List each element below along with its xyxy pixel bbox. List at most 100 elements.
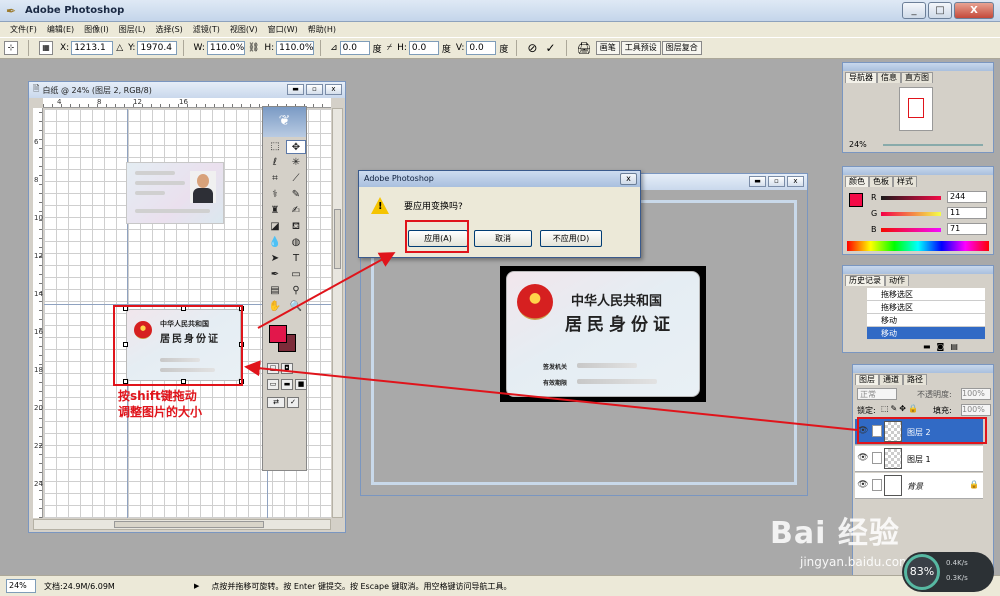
- palette-well-tab-brush[interactable]: 画笔: [595, 41, 620, 55]
- menu-window[interactable]: 窗口(W): [268, 24, 298, 35]
- blue-slider[interactable]: [881, 228, 941, 232]
- menu-view[interactable]: 视图(V): [230, 24, 258, 35]
- minimize-button[interactable]: _: [902, 2, 926, 19]
- status-zoom[interactable]: 24%: [6, 579, 36, 593]
- magic-wand-tool-icon[interactable]: ✳: [286, 156, 306, 170]
- history-item[interactable]: 拖移选区: [867, 301, 985, 314]
- tab-histogram[interactable]: 直方图: [901, 72, 933, 83]
- tab-channels[interactable]: 通道: [879, 374, 903, 385]
- lasso-tool-icon[interactable]: ℓ: [265, 156, 285, 170]
- palette-well-icon[interactable]: 🖨: [577, 41, 592, 55]
- tab-info[interactable]: 信息: [877, 72, 901, 83]
- crop-tool-icon[interactable]: ⌗: [265, 172, 285, 186]
- quick-mask-icon[interactable]: ◘: [281, 363, 293, 374]
- y-field[interactable]: 1970.4: [137, 41, 178, 55]
- opacity-field[interactable]: 100%: [961, 388, 991, 400]
- blur-tool-icon[interactable]: 💧: [265, 236, 285, 250]
- maximize-button[interactable]: ▫: [306, 84, 323, 95]
- menu-edit[interactable]: 编辑(E): [47, 24, 74, 35]
- close-button[interactable]: x: [787, 176, 804, 187]
- status-arrow-icon[interactable]: ▶: [194, 582, 199, 590]
- tab-styles[interactable]: 样式: [893, 176, 917, 187]
- tab-paths[interactable]: 路径: [903, 374, 927, 385]
- red-slider[interactable]: [881, 196, 941, 200]
- standard-mode-icon[interactable]: □: [267, 363, 279, 374]
- standard-screen-icon[interactable]: ▭: [267, 379, 279, 390]
- menu-select[interactable]: 选择(S): [155, 24, 182, 35]
- navigator-zoom-slider[interactable]: [883, 144, 983, 146]
- scroll-thumb[interactable]: [114, 521, 264, 528]
- dont-apply-button[interactable]: 不应用(D): [540, 230, 602, 247]
- path-selection-tool-icon[interactable]: ➤: [265, 252, 285, 266]
- green-value[interactable]: 11: [947, 207, 987, 219]
- tab-navigator[interactable]: 导航器: [845, 72, 877, 83]
- transform-tool-icon[interactable]: ⊹: [4, 41, 18, 55]
- imageready-icon[interactable]: ✓: [287, 397, 299, 408]
- foreground-color-swatch[interactable]: [849, 193, 863, 207]
- zoom-tool-icon[interactable]: 🔍: [286, 300, 306, 314]
- dialog-close-button[interactable]: x: [620, 173, 637, 185]
- healing-brush-tool-icon[interactable]: ⚕: [265, 188, 285, 202]
- tab-history[interactable]: 历史记录: [845, 275, 885, 286]
- eyedropper-tool-icon[interactable]: ⚲: [286, 284, 306, 298]
- id-card-image-frame[interactable]: 中华人民共和国 居民身份证 签发机关 有效期限: [500, 266, 706, 402]
- history-brush-tool-icon[interactable]: ✍: [286, 204, 306, 218]
- red-value[interactable]: 244: [947, 191, 987, 203]
- link-slot[interactable]: [872, 452, 882, 464]
- visibility-eye-icon[interactable]: 👁: [857, 453, 869, 463]
- photoshop-feather-icon[interactable]: ❦: [263, 107, 306, 137]
- jump-to-imageready-icon[interactable]: ⇄: [267, 397, 285, 408]
- move-tool-icon[interactable]: ✥: [286, 140, 306, 154]
- horizontal-scrollbar[interactable]: [33, 519, 331, 530]
- width-field[interactable]: 110.0%: [206, 41, 245, 55]
- link-slot[interactable]: [872, 479, 882, 491]
- shape-tool-icon[interactable]: ▭: [286, 268, 306, 282]
- cancel-button[interactable]: 取消: [474, 230, 532, 247]
- angle-field[interactable]: 0.0: [339, 41, 370, 55]
- palette-well-tab-presets[interactable]: 工具预设: [620, 41, 661, 55]
- tab-color[interactable]: 颜色: [845, 176, 869, 187]
- scroll-thumb[interactable]: [334, 209, 341, 269]
- visibility-eye-icon[interactable]: 👁: [857, 480, 869, 490]
- dodge-tool-icon[interactable]: ◍: [286, 236, 306, 250]
- history-item[interactable]: 拖移选区: [867, 288, 985, 301]
- slice-tool-icon[interactable]: ⟋: [286, 172, 306, 186]
- reference-point-icon[interactable]: ▦: [39, 41, 53, 55]
- close-button[interactable]: X: [954, 2, 994, 19]
- blend-mode-select[interactable]: 正常: [857, 388, 897, 400]
- tab-swatches[interactable]: 色板: [869, 176, 893, 187]
- palette-well-tab-comps[interactable]: 图层复合: [661, 41, 702, 55]
- history-item-selected[interactable]: 移动: [867, 327, 985, 340]
- menu-file[interactable]: 文件(F): [10, 24, 37, 35]
- color-ramp[interactable]: [847, 241, 989, 251]
- minimize-button[interactable]: ▬: [749, 176, 766, 187]
- navigator-preview[interactable]: [899, 87, 933, 131]
- maximize-button[interactable]: ▫: [768, 176, 785, 187]
- maximize-button[interactable]: □: [928, 2, 952, 19]
- layer-row-background[interactable]: 👁 背景 🔒: [855, 473, 983, 499]
- menu-help[interactable]: 帮助(H): [308, 24, 336, 35]
- green-slider[interactable]: [881, 212, 941, 216]
- foreground-color-swatch[interactable]: [269, 325, 287, 343]
- vertical-scrollbar[interactable]: [332, 108, 343, 518]
- commit-transform-icon[interactable]: ✓: [545, 41, 555, 55]
- menu-layer[interactable]: 图层(L): [119, 24, 146, 35]
- x-field[interactable]: 1213.1: [71, 41, 114, 55]
- hand-tool-icon[interactable]: ✋: [265, 300, 285, 314]
- tab-layers[interactable]: 图层: [855, 374, 879, 385]
- close-button[interactable]: x: [325, 84, 342, 95]
- link-icon[interactable]: ⛓: [248, 43, 259, 53]
- history-footer-icons[interactable]: ▬◙▤: [923, 342, 964, 351]
- pen-tool-icon[interactable]: ✒: [265, 268, 285, 282]
- minimize-button[interactable]: ▬: [287, 84, 304, 95]
- fill-field[interactable]: 100%: [961, 404, 991, 416]
- full-screen-icon[interactable]: ■: [295, 379, 307, 390]
- marquee-tool-icon[interactable]: ⬚: [265, 140, 285, 154]
- lock-icons[interactable]: ⬚✎✥🔒: [881, 404, 920, 413]
- type-tool-icon[interactable]: T: [286, 252, 306, 266]
- history-item[interactable]: 移动: [867, 314, 985, 327]
- vskew-field[interactable]: 0.0: [466, 41, 497, 55]
- notes-tool-icon[interactable]: ▤: [265, 284, 285, 298]
- status-doc-size[interactable]: 文档:24.9M/6.09M: [44, 581, 194, 592]
- brush-tool-icon[interactable]: ✎: [286, 188, 306, 202]
